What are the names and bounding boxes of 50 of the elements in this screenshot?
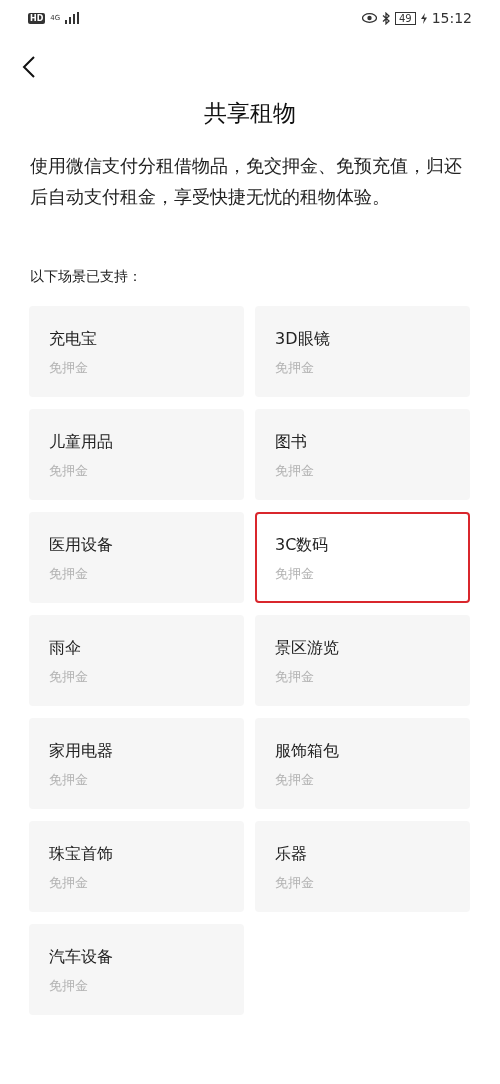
scene-card[interactable]: 3D眼镜 免押金 xyxy=(255,306,470,397)
scene-name: 汽车设备 xyxy=(49,946,114,968)
section-label: 以下场景已支持： xyxy=(30,268,143,286)
scene-note: 免押金 xyxy=(275,565,315,583)
scene-name: 家用电器 xyxy=(49,740,114,762)
scene-card[interactable]: 充电宝 免押金 xyxy=(29,306,244,397)
scene-note: 免押金 xyxy=(49,668,89,686)
scene-name: 充电宝 xyxy=(49,328,98,350)
scene-note: 免押金 xyxy=(275,668,315,686)
scene-name: 雨伞 xyxy=(49,637,82,659)
scene-note: 免押金 xyxy=(275,771,315,789)
scene-card[interactable]: 景区游览 免押金 xyxy=(255,615,470,706)
description: 使用微信支付分租借物品，免交押金、免预充值，归还后自动支付租金，享受快捷无忧的租物体验。 xyxy=(30,154,463,209)
scene-card[interactable]: 3C数码 免押金 xyxy=(255,512,470,603)
scene-note: 免押金 xyxy=(49,771,89,789)
scene-note: 免押金 xyxy=(49,359,89,377)
scene-card[interactable]: 儿童用品 免押金 xyxy=(29,409,244,500)
scene-note: 免押金 xyxy=(49,462,89,480)
scene-name: 服饰箱包 xyxy=(275,740,340,762)
charging-icon xyxy=(420,12,427,24)
eye-icon xyxy=(361,13,377,23)
scene-card[interactable]: 雨伞 免押金 xyxy=(29,615,244,706)
back-icon[interactable] xyxy=(22,55,36,79)
scene-name: 景区游览 xyxy=(275,637,340,659)
battery-level: 49 xyxy=(394,11,416,25)
scene-note: 免押金 xyxy=(49,977,89,995)
scene-name: 珠宝首饰 xyxy=(49,843,114,865)
scene-note: 免押金 xyxy=(49,565,89,583)
scene-name: 医用设备 xyxy=(49,534,114,556)
bluetooth-icon xyxy=(381,11,390,25)
scene-card[interactable]: 医用设备 免押金 xyxy=(29,512,244,603)
scene-note: 免押金 xyxy=(275,462,315,480)
scene-note: 免押金 xyxy=(275,359,315,377)
clock: 15:12 xyxy=(431,10,472,26)
scene-note: 免押金 xyxy=(49,874,89,892)
scene-card[interactable]: 家用电器 免押金 xyxy=(29,718,244,809)
scene-note: 免押金 xyxy=(275,874,315,892)
hd-badge: HD xyxy=(28,12,46,24)
signal-icon xyxy=(65,12,80,24)
scene-name: 儿童用品 xyxy=(49,431,114,453)
scene-name: 乐器 xyxy=(275,843,308,865)
page-title: 共享租物 xyxy=(203,99,297,128)
scene-name: 3C数码 xyxy=(275,534,330,556)
scene-card[interactable]: 珠宝首饰 免押金 xyxy=(29,821,244,912)
scene-card[interactable]: 乐器 免押金 xyxy=(255,821,470,912)
scene-name: 3D眼镜 xyxy=(275,328,331,350)
scene-card[interactable]: 服饰箱包 免押金 xyxy=(255,718,470,809)
scene-name: 图书 xyxy=(275,431,308,453)
scene-card[interactable]: 图书 免押金 xyxy=(255,409,470,500)
scene-card[interactable]: 汽车设备 免押金 xyxy=(29,924,244,1015)
